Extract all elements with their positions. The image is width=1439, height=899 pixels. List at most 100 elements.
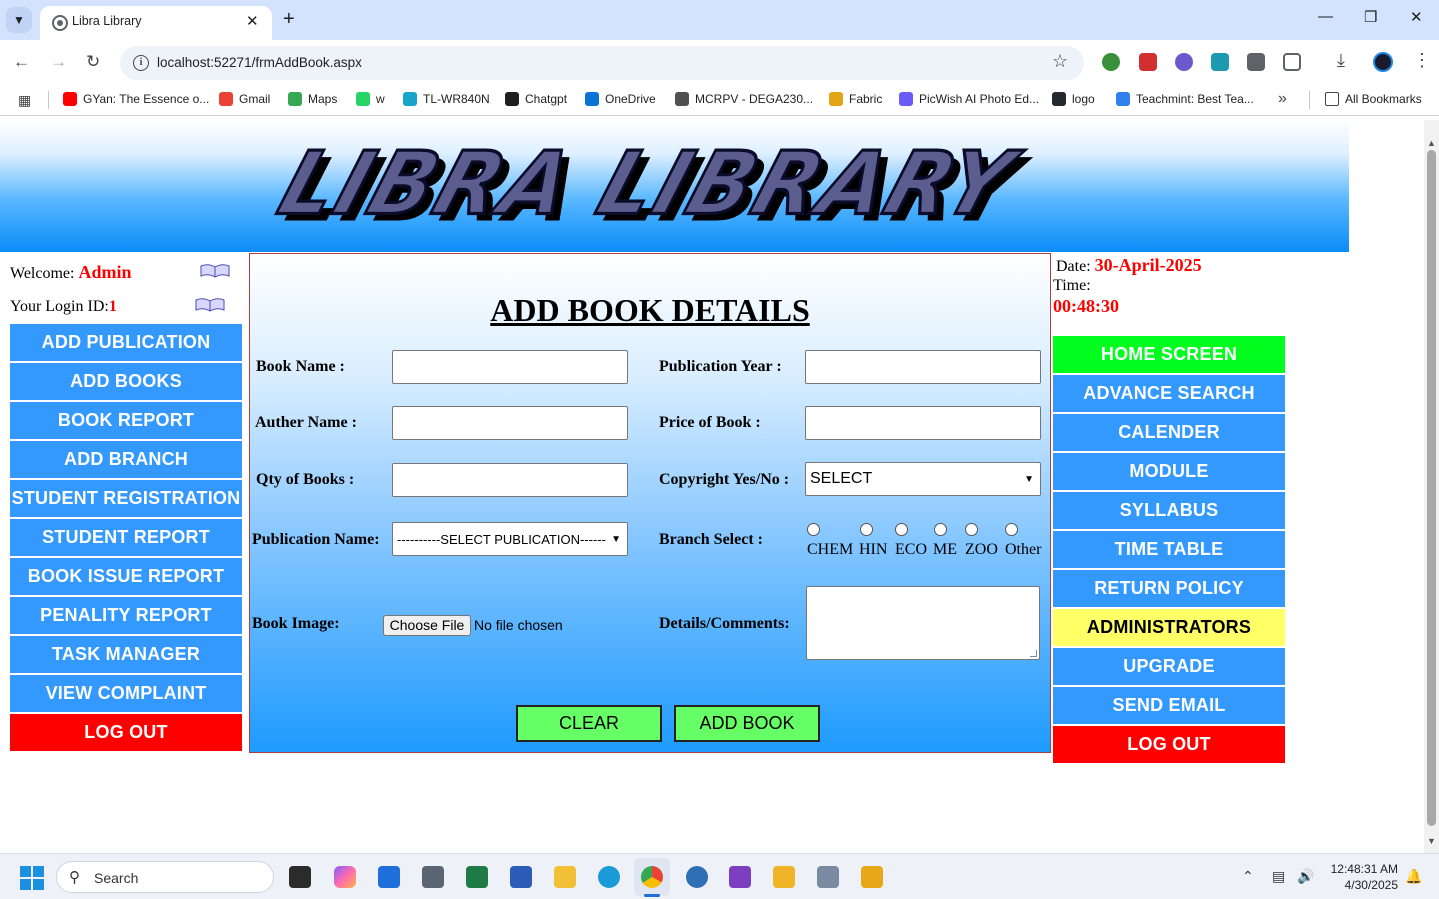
close-icon[interactable]: ✕	[246, 12, 259, 30]
reload-icon[interactable]: ↻	[86, 52, 100, 72]
tab-search-chevron-icon[interactable]: ▼	[6, 7, 32, 33]
profile-avatar[interactable]	[1373, 52, 1393, 72]
taskbar-search[interactable]: ⚲ Search	[56, 861, 274, 893]
nav-penality-report[interactable]: PENALITY REPORT	[10, 597, 242, 634]
clear-button[interactable]: CLEAR	[516, 705, 662, 742]
taskbar-clock[interactable]: 12:48:31 AM 4/30/2025	[1322, 861, 1398, 893]
extension-globe-icon[interactable]	[1102, 53, 1120, 71]
bookmark-item[interactable]: Gmail	[219, 92, 270, 106]
all-bookmarks-folder[interactable]: All Bookmarks	[1325, 92, 1422, 106]
extensions-puzzle-icon[interactable]	[1283, 53, 1301, 71]
bookmark-item[interactable]: TL-WR840N	[403, 92, 490, 106]
volume-icon[interactable]: 🔊	[1297, 868, 1314, 885]
nav-add-publication[interactable]: ADD PUBLICATION	[10, 324, 242, 361]
bookmark-item[interactable]: PicWish AI Photo Ed...	[899, 92, 1039, 106]
nav-logout-left[interactable]: LOG OUT	[10, 714, 242, 751]
publication-year-input[interactable]	[805, 350, 1041, 384]
page-scrollbar[interactable]: ▲ ▼	[1424, 120, 1439, 853]
nav-advance-search[interactable]: ADVANCE SEARCH	[1053, 375, 1285, 412]
extension-pdf-icon[interactable]	[1139, 53, 1157, 71]
radio-eco[interactable]	[895, 523, 908, 536]
author-name-input[interactable]	[392, 406, 628, 440]
nav-book-issue-report[interactable]: BOOK ISSUE REPORT	[10, 558, 242, 595]
radio-zoo[interactable]	[965, 523, 978, 536]
bookmark-star-icon[interactable]: ☆	[1052, 51, 1068, 72]
radio-me[interactable]	[934, 523, 947, 536]
nav-send-email[interactable]: SEND EMAIL	[1053, 687, 1285, 724]
url-text[interactable]: localhost:52271/frmAddBook.aspx	[157, 55, 362, 70]
copyright-select[interactable]: SELECT ▼	[805, 462, 1041, 496]
paint-icon[interactable]	[773, 866, 795, 888]
nav-add-books[interactable]: ADD BOOKS	[10, 363, 242, 400]
bookmark-item[interactable]: OneDrive	[585, 92, 656, 106]
scroll-down-icon[interactable]: ▼	[1427, 836, 1436, 846]
add-book-button[interactable]: ADD BOOK	[674, 705, 820, 742]
nav-administrators[interactable]: ADMINISTRATORS	[1053, 609, 1285, 646]
radio-other[interactable]	[1005, 523, 1018, 536]
nav-upgrade[interactable]: UPGRADE	[1053, 648, 1285, 685]
bookmarks-overflow-icon[interactable]: »	[1278, 90, 1287, 108]
nav-time-table[interactable]: TIME TABLE	[1053, 531, 1285, 568]
nav-task-manager[interactable]: TASK MANAGER	[10, 636, 242, 673]
moon-app-icon[interactable]	[686, 866, 708, 888]
minimize-icon[interactable]: —	[1318, 8, 1333, 25]
nav-add-branch[interactable]: ADD BRANCH	[10, 441, 242, 478]
details-textarea[interactable]	[806, 586, 1040, 660]
nav-return-policy[interactable]: RETURN POLICY	[1053, 570, 1285, 607]
apps-grid-icon[interactable]: ▦	[18, 92, 31, 109]
word-icon[interactable]	[510, 866, 532, 888]
nav-view-complaint[interactable]: VIEW COMPLAINT	[10, 675, 242, 712]
radio-chem[interactable]	[807, 523, 820, 536]
nav-module[interactable]: MODULE	[1053, 453, 1285, 490]
edge-icon[interactable]	[598, 866, 620, 888]
nav-book-report[interactable]: BOOK REPORT	[10, 402, 242, 439]
nav-student-registration[interactable]: STUDENT REGISTRATION	[10, 480, 242, 517]
bookmark-item[interactable]: Teachmint: Best Tea...	[1116, 92, 1254, 106]
publication-select[interactable]: ----------SELECT PUBLICATION------ ▼	[392, 522, 628, 556]
window-close-icon[interactable]: ✕	[1410, 8, 1423, 26]
bookmark-item[interactable]: logo	[1052, 92, 1095, 106]
choose-file-button[interactable]: Choose File	[383, 615, 471, 636]
site-info-icon[interactable]: i	[133, 55, 149, 71]
bookmark-item[interactable]: Chatgpt	[505, 92, 567, 106]
visual-studio-icon[interactable]	[729, 866, 751, 888]
back-icon[interactable]: ←	[13, 52, 30, 72]
extension-save-icon[interactable]	[1211, 53, 1229, 71]
notepad-icon[interactable]	[378, 866, 400, 888]
browser-tab[interactable]: Libra Library ✕	[40, 6, 272, 40]
file-explorer-icon[interactable]	[554, 866, 576, 888]
nav-student-report[interactable]: STUDENT REPORT	[10, 519, 242, 556]
nav-home-screen[interactable]: HOME SCREEN	[1053, 336, 1285, 373]
chrome-icon[interactable]	[641, 866, 663, 888]
copilot-icon[interactable]	[334, 866, 356, 888]
snipping-tool-icon[interactable]	[817, 866, 839, 888]
excel-icon[interactable]	[466, 866, 488, 888]
task-view-icon[interactable]	[289, 866, 311, 888]
bookmark-item[interactable]: GYan: The Essence o...	[63, 92, 209, 106]
extension-s-icon[interactable]	[1247, 53, 1265, 71]
bookmark-item[interactable]: Fabric	[829, 92, 882, 106]
scroll-up-icon[interactable]: ▲	[1427, 138, 1436, 148]
nav-syllabus[interactable]: SYLLABUS	[1053, 492, 1285, 529]
download-icon[interactable]: ⤓	[1337, 50, 1345, 71]
nav-logout-right[interactable]: LOG OUT	[1053, 726, 1285, 763]
nav-calender[interactable]: CALENDER	[1053, 414, 1285, 451]
forward-icon[interactable]: →	[50, 52, 67, 72]
tools-icon[interactable]	[861, 866, 883, 888]
windows-start-icon[interactable]	[20, 866, 44, 890]
scroll-thumb[interactable]	[1427, 150, 1436, 826]
calculator-icon[interactable]	[422, 866, 444, 888]
book-name-input[interactable]	[392, 350, 628, 384]
restore-icon[interactable]: ❐	[1364, 8, 1377, 26]
extension-circle-icon[interactable]	[1175, 53, 1193, 71]
radio-hin[interactable]	[860, 523, 873, 536]
price-input[interactable]	[805, 406, 1041, 440]
new-tab-icon[interactable]: +	[283, 8, 295, 31]
tray-chevron-icon[interactable]: ⌃	[1242, 868, 1254, 885]
network-icon[interactable]: ▤	[1272, 868, 1285, 885]
bookmark-item[interactable]: MCRPV - DEGA230...	[675, 92, 813, 106]
qty-input[interactable]	[392, 463, 628, 497]
notification-bell-icon[interactable]: 🔔	[1405, 868, 1422, 885]
kebab-menu-icon[interactable]: ⋮	[1413, 50, 1431, 71]
bookmark-item[interactable]: w	[356, 92, 385, 106]
